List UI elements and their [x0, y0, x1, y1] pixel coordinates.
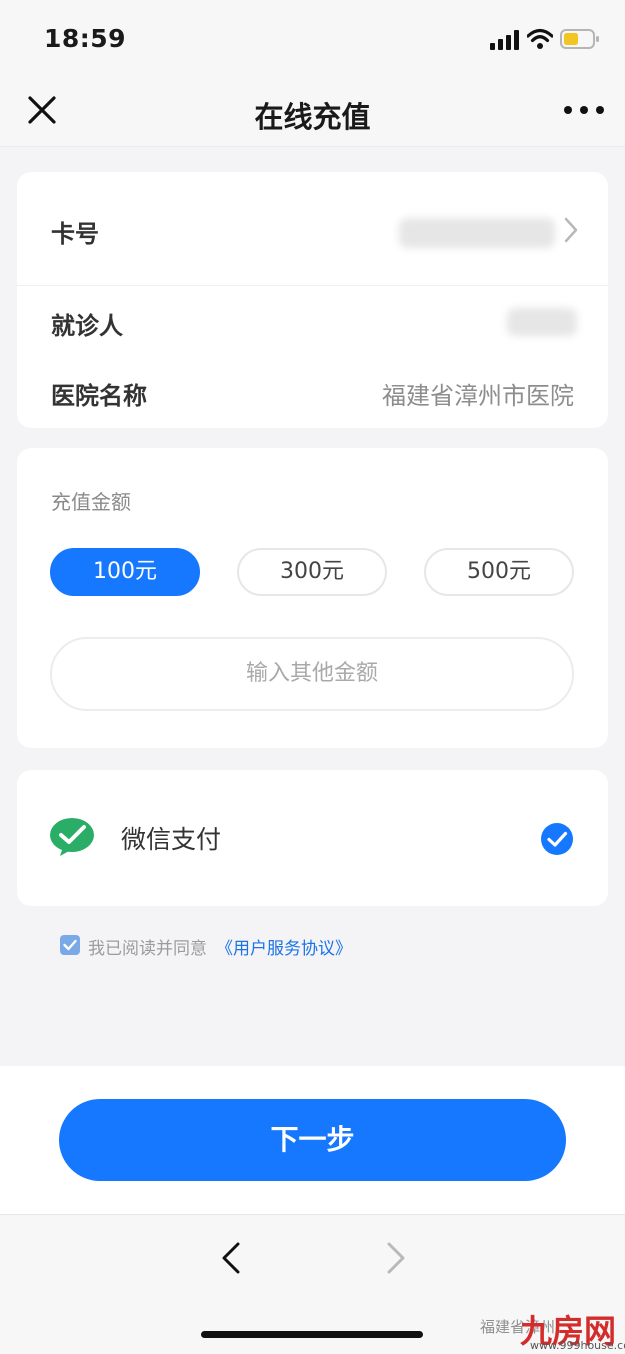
wifi-icon — [527, 28, 553, 49]
nav-bar: 在线充值 — [0, 80, 625, 147]
amount-option-300[interactable]: 300元 — [237, 548, 387, 596]
patient-row: 就诊人 — [17, 286, 608, 356]
amount-option-100[interactable]: 100元 — [50, 548, 200, 596]
amount-label: 充值金额 — [51, 490, 131, 514]
card-number-label: 卡号 — [51, 220, 99, 248]
patient-info-card: 卡号 就诊人 医院名称 福建省漳州市医院 — [17, 172, 608, 428]
forward-arrow-icon[interactable] — [386, 1241, 406, 1275]
home-indicator[interactable] — [201, 1331, 423, 1338]
page-title: 在线充值 — [254, 100, 371, 134]
recharge-amount-card: 充值金额 100元 300元 500元 输入其他金额 — [17, 448, 608, 748]
other-amount-input[interactable]: 输入其他金额 — [50, 637, 574, 711]
check-circle-icon[interactable] — [540, 822, 574, 856]
battery-icon — [560, 29, 599, 49]
card-number-row[interactable]: 卡号 — [17, 172, 608, 285]
patient-label: 就诊人 — [51, 312, 123, 340]
cellular-signal-icon — [490, 30, 519, 50]
back-arrow-icon[interactable] — [221, 1241, 241, 1275]
wechat-pay-icon — [50, 818, 94, 856]
next-step-button[interactable]: 下一步 — [59, 1099, 566, 1181]
patient-name-blurred — [507, 308, 577, 336]
hospital-name: 福建省漳州市医院 — [382, 382, 574, 410]
chevron-right-icon — [564, 217, 578, 243]
hospital-label: 医院名称 — [51, 382, 147, 410]
bottom-action-area: 下一步 — [0, 1066, 625, 1214]
user-agreement-link[interactable]: 《用户服务协议》 — [216, 934, 352, 959]
card-number-value-blurred — [399, 218, 555, 248]
agreement-text: 我已阅读并同意 — [88, 939, 207, 959]
payment-method-card[interactable]: 微信支付 — [17, 770, 608, 906]
agreement-checkbox[interactable] — [60, 935, 80, 955]
amount-option-500[interactable]: 500元 — [424, 548, 574, 596]
payment-method-label: 微信支付 — [121, 825, 222, 854]
more-options-icon[interactable] — [562, 100, 606, 120]
checkmark-icon — [63, 939, 77, 951]
hospital-row: 医院名称 福建省漳州市医院 — [17, 356, 608, 428]
watermark-url: www.999house.com — [530, 1339, 625, 1352]
status-bar: 18:59 — [0, 0, 625, 80]
status-time: 18:59 — [44, 24, 127, 53]
